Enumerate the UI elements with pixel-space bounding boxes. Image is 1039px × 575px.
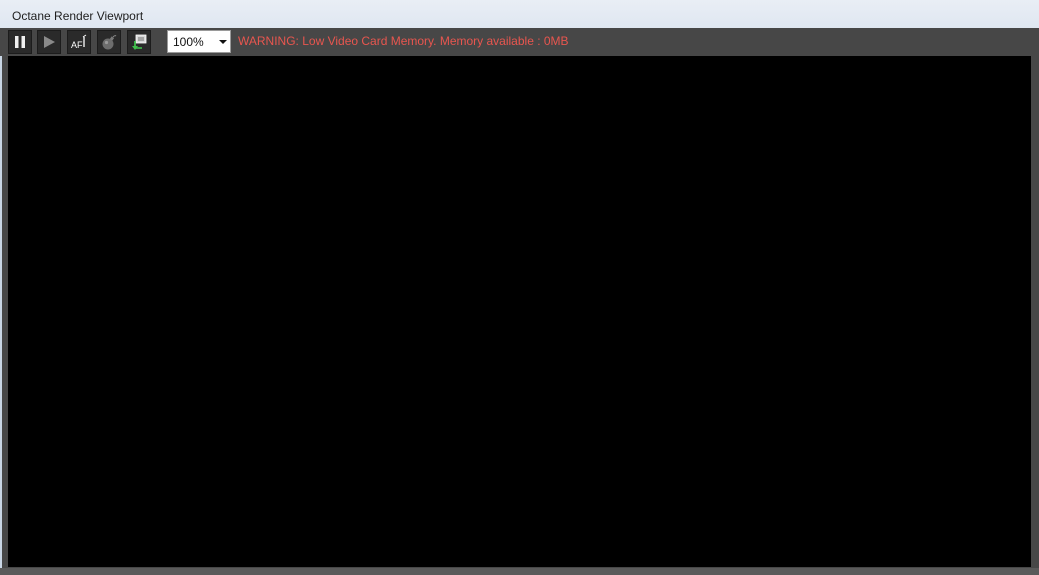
viewport-client-area: AF 100% WARNING: Low Video Card Memory. … — [0, 28, 1039, 575]
title-bar[interactable]: Octane Render Viewport — [0, 0, 1039, 28]
render-viewport[interactable] — [8, 56, 1031, 567]
bottom-border — [0, 568, 1039, 575]
zoom-value: 100% — [173, 35, 204, 49]
render-toolbar: AF 100% WARNING: Low Video Card Memory. … — [0, 28, 1039, 56]
octane-render-viewport-window: Octane Render Viewport AF 100% WARNING: … — [0, 0, 1039, 575]
zoom-dropdown[interactable]: 100% — [167, 30, 231, 53]
play-button[interactable] — [37, 30, 61, 54]
pause-button[interactable] — [8, 30, 32, 54]
memory-warning: WARNING: Low Video Card Memory. Memory a… — [238, 34, 569, 48]
window-title: Octane Render Viewport — [12, 9, 144, 23]
window-left-border — [0, 28, 2, 575]
play-icon — [42, 35, 56, 49]
autofocus-icon: AF — [70, 33, 88, 51]
autofocus-button[interactable]: AF — [67, 30, 91, 54]
export-button[interactable] — [127, 30, 151, 54]
bomb-button[interactable] — [97, 30, 121, 54]
pause-icon — [13, 35, 27, 49]
export-icon — [130, 33, 148, 51]
bomb-icon — [100, 33, 118, 51]
autofocus-label: AF — [71, 40, 83, 50]
chevron-down-icon — [219, 40, 227, 44]
